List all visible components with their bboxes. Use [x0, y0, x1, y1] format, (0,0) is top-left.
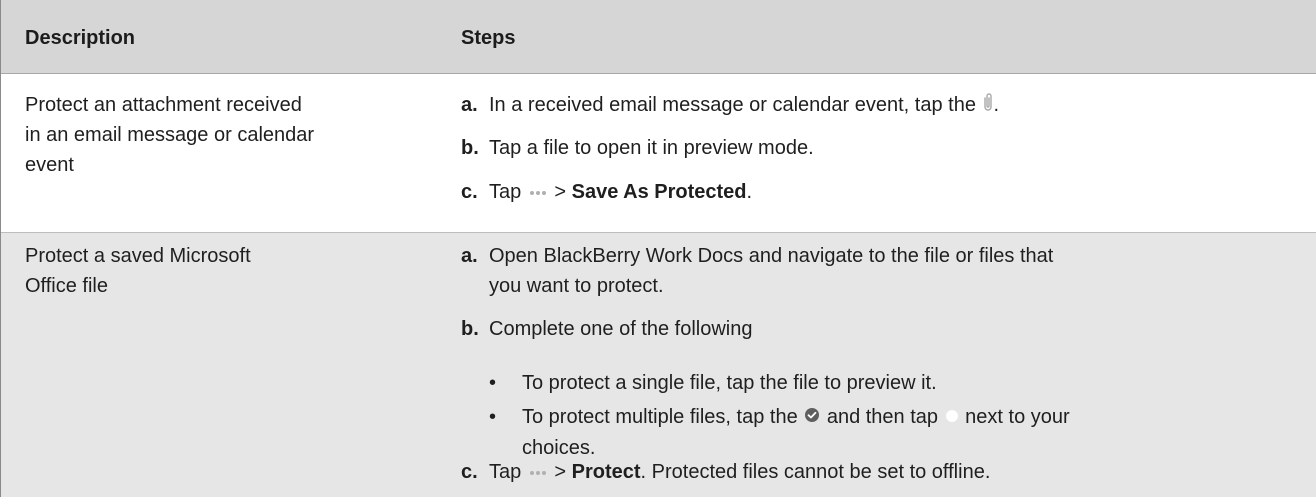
step-action-label: Protect: [571, 461, 641, 483]
step-text: Open BlackBerry Work Docs and navigate t…: [489, 245, 1054, 267]
step-letter: b.: [461, 318, 479, 340]
more-dots-icon[interactable]: [529, 190, 546, 195]
row-description: Protect a saved Microsoft Office file: [25, 241, 425, 301]
description-line: Protect an attachment received: [25, 94, 302, 116]
bullet-marker: •: [489, 372, 497, 394]
bullet-text: and then tap: [826, 406, 939, 428]
bullet-text: To protect multiple files, tap the: [522, 406, 798, 428]
step-text: Tap a file to open it in preview mode.: [489, 137, 814, 159]
step-letter: a.: [461, 94, 478, 116]
table-header: Description Steps: [1, 0, 1316, 74]
step-separator: >: [554, 461, 567, 483]
step-a: a. In a received email message or calenda…: [461, 90, 999, 121]
row-description: Protect an attachment received in an ema…: [25, 90, 425, 180]
step-text: Tap: [489, 181, 522, 203]
header-description: Description: [25, 27, 136, 49]
bullet-text: choices.: [522, 436, 596, 459]
paperclip-icon[interactable]: [982, 91, 994, 121]
steps-table: Description Steps Protect an attachment …: [0, 0, 1316, 497]
description-line: Protect a saved Microsoft: [25, 245, 251, 267]
step-letter: b.: [461, 137, 479, 159]
header-steps: Steps: [461, 27, 516, 49]
step-letter: c.: [461, 181, 478, 203]
check-circle-icon[interactable]: [803, 403, 821, 433]
step-text: Complete one of the following: [489, 318, 753, 340]
step-b: b. Tap a file to open it in preview mode.: [461, 133, 814, 163]
step-action-label: Save As Protected: [571, 181, 747, 203]
step-text: Tap: [489, 461, 522, 483]
table-row: Protect an attachment received in an ema…: [1, 74, 1316, 233]
description-line: Office file: [25, 275, 108, 297]
step-separator: >: [554, 181, 567, 203]
step-c: c. Tap > Protect. Protected files cannot …: [461, 457, 990, 487]
description-line: in an email message or calendar: [25, 124, 315, 146]
step-letter: c.: [461, 461, 478, 483]
bullet-text: To protect a single file, tap the file t…: [522, 372, 937, 394]
step-punct: .: [993, 94, 1000, 116]
step-text: . Protected files cannot be set to offli…: [640, 461, 991, 483]
bullet-text: next to your: [965, 406, 1070, 428]
bullet-marker: •: [489, 406, 497, 428]
step-text: you want to protect.: [489, 275, 664, 297]
step-punct: .: [746, 181, 753, 203]
step-text: In a received email message or calendar …: [489, 94, 976, 116]
step-b: b. Complete one of the following: [461, 314, 753, 344]
more-dots-icon[interactable]: [529, 470, 546, 475]
bullet-item: • To protect multiple files, tap the and …: [489, 402, 1070, 463]
table-row: Protect a saved Microsoft Office file a.…: [1, 233, 1316, 497]
bullet-item: • To protect a single file, tap the file …: [489, 368, 937, 398]
step-c: c. Tap > Save As Protected.: [461, 177, 752, 207]
description-line: event: [25, 154, 74, 176]
empty-circle-icon[interactable]: [944, 403, 960, 433]
step-letter: a.: [461, 245, 478, 267]
step-a: a. Open BlackBerry Work Docs and navigate…: [461, 241, 1053, 301]
